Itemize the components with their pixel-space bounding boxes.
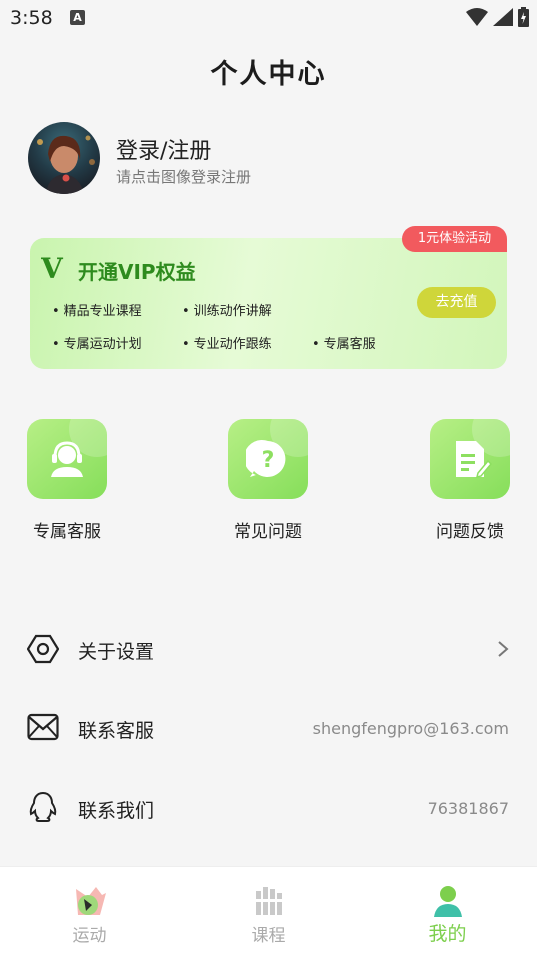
headset-icon xyxy=(51,441,83,477)
contact-us-label: 联系我们 xyxy=(78,800,155,822)
faq-label: 常见问题 xyxy=(234,522,302,542)
vip-benefit: 训练动作讲解 xyxy=(182,300,272,319)
battery-icon xyxy=(518,7,529,27)
settings-hex-icon xyxy=(27,634,59,664)
sport-icon xyxy=(75,887,106,915)
vip-title: 开通VIP权益 xyxy=(78,260,196,284)
avatar[interactable] xyxy=(28,122,100,194)
signal-icon xyxy=(493,8,513,26)
status-time: 3:58 xyxy=(10,7,53,29)
nav-tab-mine[interactable]: 我的 xyxy=(358,867,537,956)
nav-label-mine: 我的 xyxy=(428,923,467,945)
svg-text:V: V xyxy=(41,255,64,281)
nav-label-course: 课程 xyxy=(251,926,286,946)
vip-benefit: 专业动作跟练 xyxy=(182,333,272,352)
customer-service-button[interactable] xyxy=(27,419,107,499)
feedback-button[interactable] xyxy=(430,419,510,499)
faq-button[interactable]: ? xyxy=(228,419,308,499)
notification-a-icon: A xyxy=(70,10,85,25)
contact-number[interactable]: 76381867 xyxy=(428,799,509,818)
vip-benefit: 精品专业课程 xyxy=(52,300,142,319)
question-icon: ? xyxy=(246,439,286,477)
recharge-button[interactable]: 去充值 xyxy=(417,287,496,318)
svg-text:?: ? xyxy=(262,448,275,473)
bottom-nav: 运动 课程 我的 xyxy=(0,866,537,956)
trial-badge: 1元体验活动 xyxy=(402,226,507,252)
login-register-link[interactable]: 登录/注册 xyxy=(116,133,211,165)
chevron-right-icon xyxy=(498,641,509,657)
mail-icon xyxy=(27,713,59,741)
nav-label-sport: 运动 xyxy=(72,926,107,946)
page-title: 个人中心 xyxy=(210,59,327,90)
service-email[interactable]: shengfengpro@163.com xyxy=(313,719,509,738)
feedback-label: 问题反馈 xyxy=(436,522,504,542)
contact-service-label: 联系客服 xyxy=(78,720,155,742)
qq-icon xyxy=(29,791,57,822)
nav-tab-sport[interactable]: 运动 xyxy=(0,867,179,956)
vip-benefit: 专属客服 xyxy=(312,333,376,352)
status-bar: 3:58 A xyxy=(0,0,537,36)
wifi-icon xyxy=(466,8,488,26)
nav-tab-course[interactable]: 课程 xyxy=(179,867,358,956)
vip-benefit: 专属运动计划 xyxy=(52,333,142,352)
vip-logo-icon: V xyxy=(41,255,64,281)
settings-label: 关于设置 xyxy=(78,641,155,663)
course-icon xyxy=(255,887,282,915)
profile-icon xyxy=(433,886,462,917)
login-hint: 请点击图像登录注册 xyxy=(116,168,252,186)
feedback-icon xyxy=(456,441,492,479)
customer-service-label: 专属客服 xyxy=(33,522,101,542)
